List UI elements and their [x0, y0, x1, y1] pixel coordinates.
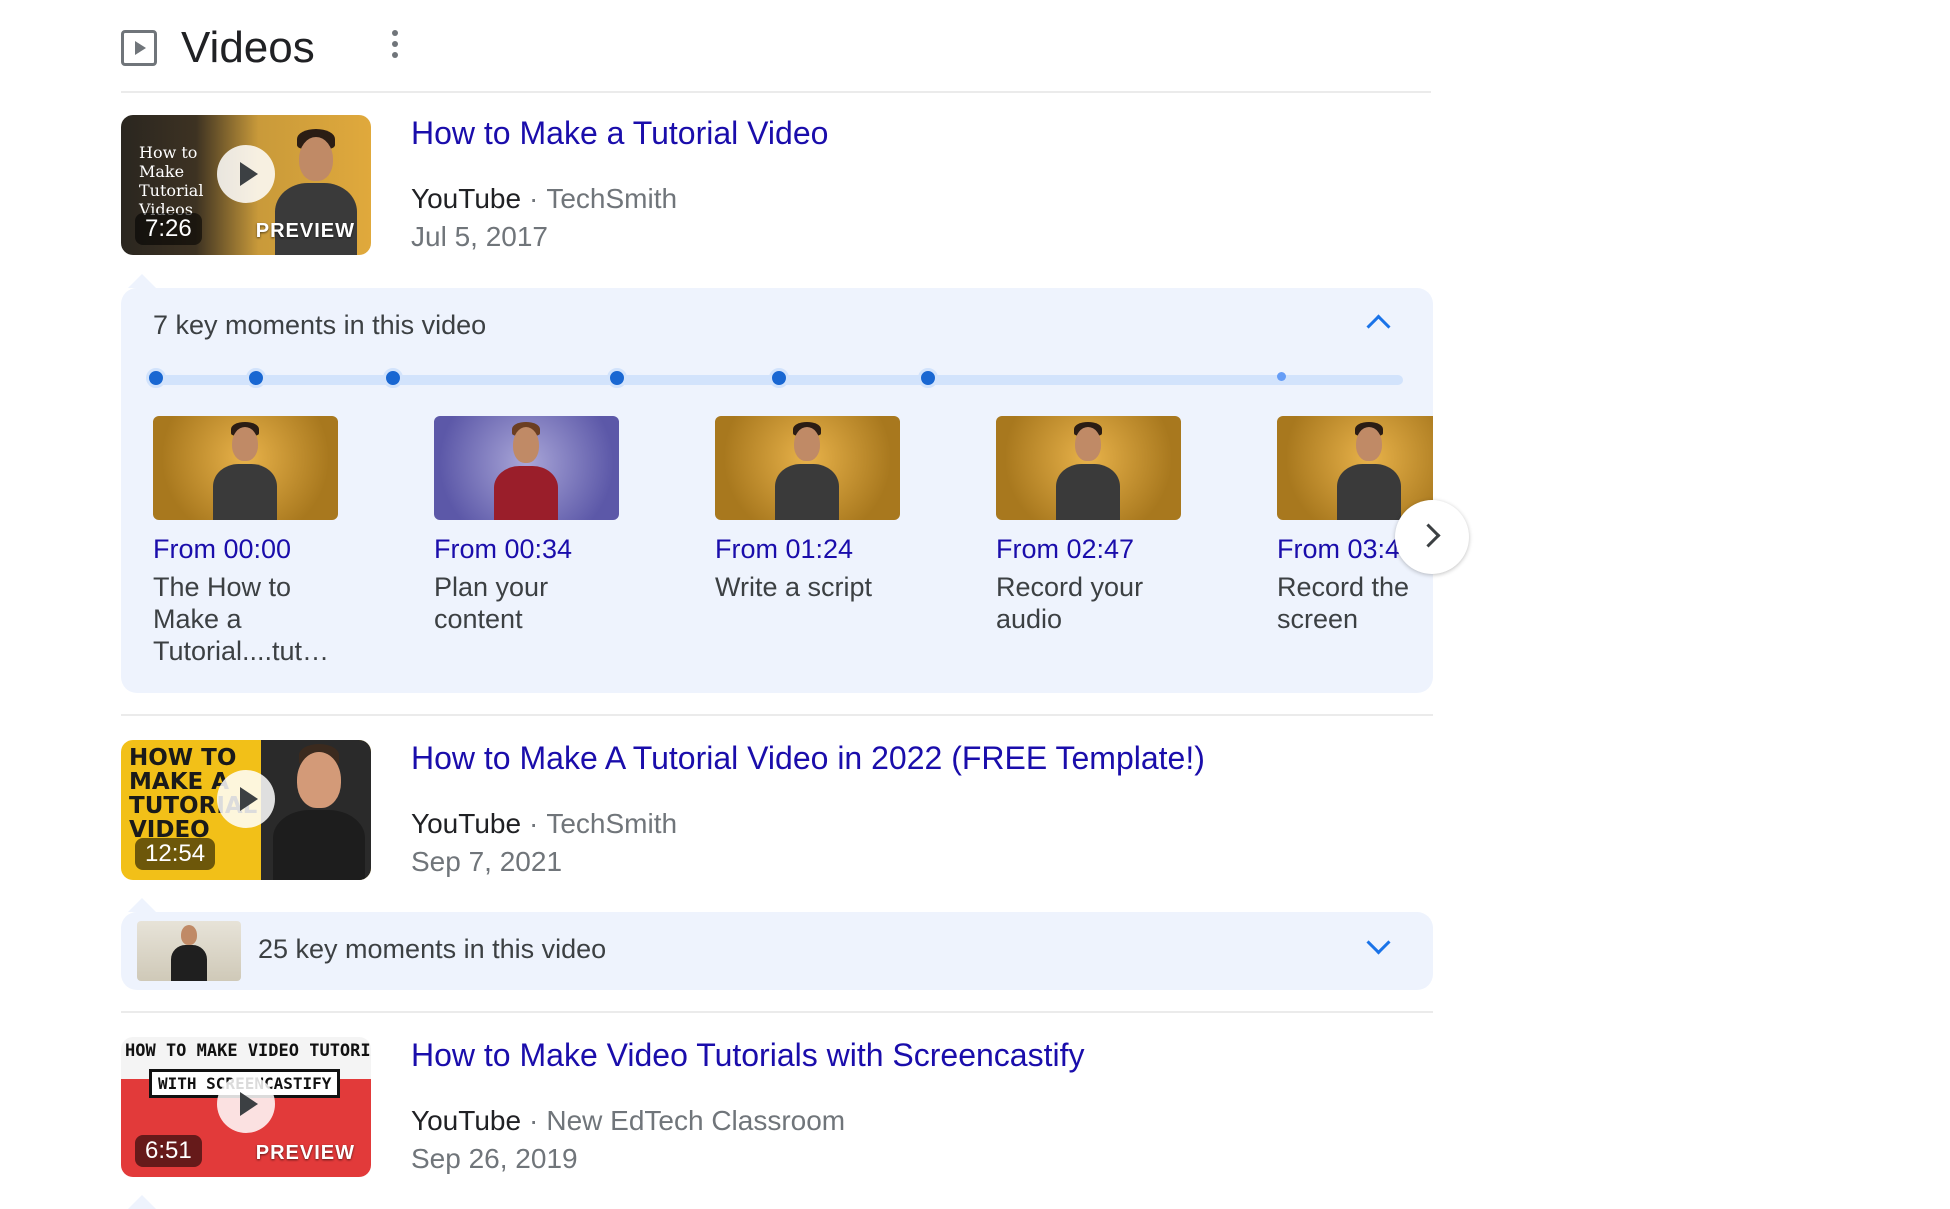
key-moments-heading[interactable]: 7 key moments in this video [153, 310, 486, 341]
moment-label: Plan your content [434, 572, 549, 634]
key-moments-heading: 25 key moments in this video [258, 934, 607, 964]
key-moment[interactable]: From 02:47 Record your audio [996, 416, 1181, 635]
moment-label: Record your audio [996, 572, 1144, 634]
section-title: Videos [181, 23, 315, 72]
timeline-marker[interactable] [1277, 372, 1286, 381]
timeline-marker[interactable] [607, 368, 627, 388]
timeline-marker[interactable] [146, 368, 166, 388]
moment-thumbnail [153, 416, 338, 520]
video-play-icon [121, 30, 157, 66]
more-vert-icon[interactable] [390, 30, 400, 60]
preview-label: PREVIEW [255, 220, 355, 242]
timeline-marker[interactable] [246, 368, 266, 388]
presenter-image [271, 744, 367, 880]
video-result: HOW TO MAKE VIDEO TUTORIALS WITH SCREENC… [121, 1037, 1431, 1177]
source-name: YouTube [411, 183, 522, 214]
video-title-link[interactable]: How to Make a Tutorial Video [411, 115, 828, 152]
video-title-link[interactable]: How to Make Video Tutorials with Screenc… [411, 1037, 1084, 1074]
video-date: Jul 5, 2017 [411, 221, 548, 252]
panel-notch [128, 274, 156, 288]
video-thumbnail[interactable]: HOW TO MAKE VIDEO TUTORIALS WITH SCREENC… [121, 1037, 371, 1177]
divider [121, 91, 1431, 93]
key-moments-panel: 7 key moments in this video From 00:00 T… [121, 288, 1433, 693]
moment-time: From 00:34 [434, 534, 573, 564]
panel-notch [128, 1195, 156, 1209]
video-source: YouTube · TechSmith [411, 183, 678, 214]
moment-thumbnail [996, 416, 1181, 520]
moment-time: From 00:00 [153, 534, 292, 564]
moment-label: Record the screen [1277, 572, 1410, 634]
video-results-panel: Videos How to Make Tutorial Videos 7:26 … [0, 0, 1950, 1209]
play-icon [217, 145, 275, 203]
key-moment[interactable]: From 00:34 Plan your content [434, 416, 619, 635]
chevron-right-icon[interactable] [1395, 500, 1469, 574]
play-icon [217, 1075, 275, 1133]
moment-thumbnail [434, 416, 619, 520]
thumbnail-caption: HOW TO MAKE VIDEO TUTORIALS [125, 1041, 371, 1061]
key-moment[interactable]: From 01:24 Write a script [715, 416, 900, 603]
thumbnail-caption: How to Make Tutorial Videos [139, 143, 204, 219]
video-thumbnail[interactable]: HOW TO MAKE A TUTORIAL VIDEO 12:54 [121, 740, 371, 880]
video-thumbnail[interactable]: How to Make Tutorial Videos 7:26 PREVIEW [121, 115, 371, 255]
video-source: YouTube · New EdTech Classroom [411, 1105, 846, 1136]
divider [121, 714, 1433, 716]
moment-label: The How to Make a Tutorial....tut… [153, 572, 330, 666]
timeline-marker[interactable] [918, 368, 938, 388]
channel-name: TechSmith [546, 183, 678, 214]
divider [121, 1011, 1433, 1013]
moment-thumbnail [137, 921, 241, 981]
video-date: Sep 26, 2019 [411, 1143, 578, 1174]
video-result: HOW TO MAKE A TUTORIAL VIDEO 12:54 How t… [121, 740, 1431, 880]
chevron-down-icon[interactable] [1366, 930, 1391, 955]
timeline-marker[interactable] [383, 368, 403, 388]
panel-notch [128, 898, 156, 912]
timeline-marker[interactable] [769, 368, 789, 388]
channel-name: New EdTech Classroom [546, 1105, 846, 1136]
preview-label: PREVIEW [255, 1142, 355, 1164]
videos-header: Videos [121, 18, 315, 78]
moment-thumbnail [715, 416, 900, 520]
channel-name: TechSmith [546, 808, 678, 839]
video-date: Sep 7, 2021 [411, 846, 563, 877]
duration-badge: 6:51 [135, 1135, 202, 1167]
moment-label: Write a script [715, 572, 873, 602]
duration-badge: 12:54 [135, 838, 216, 870]
duration-badge: 7:26 [135, 213, 202, 245]
moment-time: From 01:24 [715, 534, 854, 564]
video-title-link[interactable]: How to Make A Tutorial Video in 2022 (FR… [411, 740, 1205, 777]
video-result: How to Make Tutorial Videos 7:26 PREVIEW… [121, 115, 1431, 255]
key-moment[interactable]: From 00:00 The How to Make a Tutorial...… [153, 416, 338, 667]
moment-time: From 02:47 [996, 534, 1135, 564]
source-name: YouTube [411, 808, 522, 839]
moment-thumbnail [1277, 416, 1433, 520]
chevron-up-icon[interactable] [1366, 314, 1391, 339]
source-name: YouTube [411, 1105, 522, 1136]
video-source: YouTube · TechSmith [411, 808, 678, 839]
key-moments-collapsed[interactable]: 25 key moments in this video [121, 912, 1433, 990]
play-icon [217, 770, 275, 828]
